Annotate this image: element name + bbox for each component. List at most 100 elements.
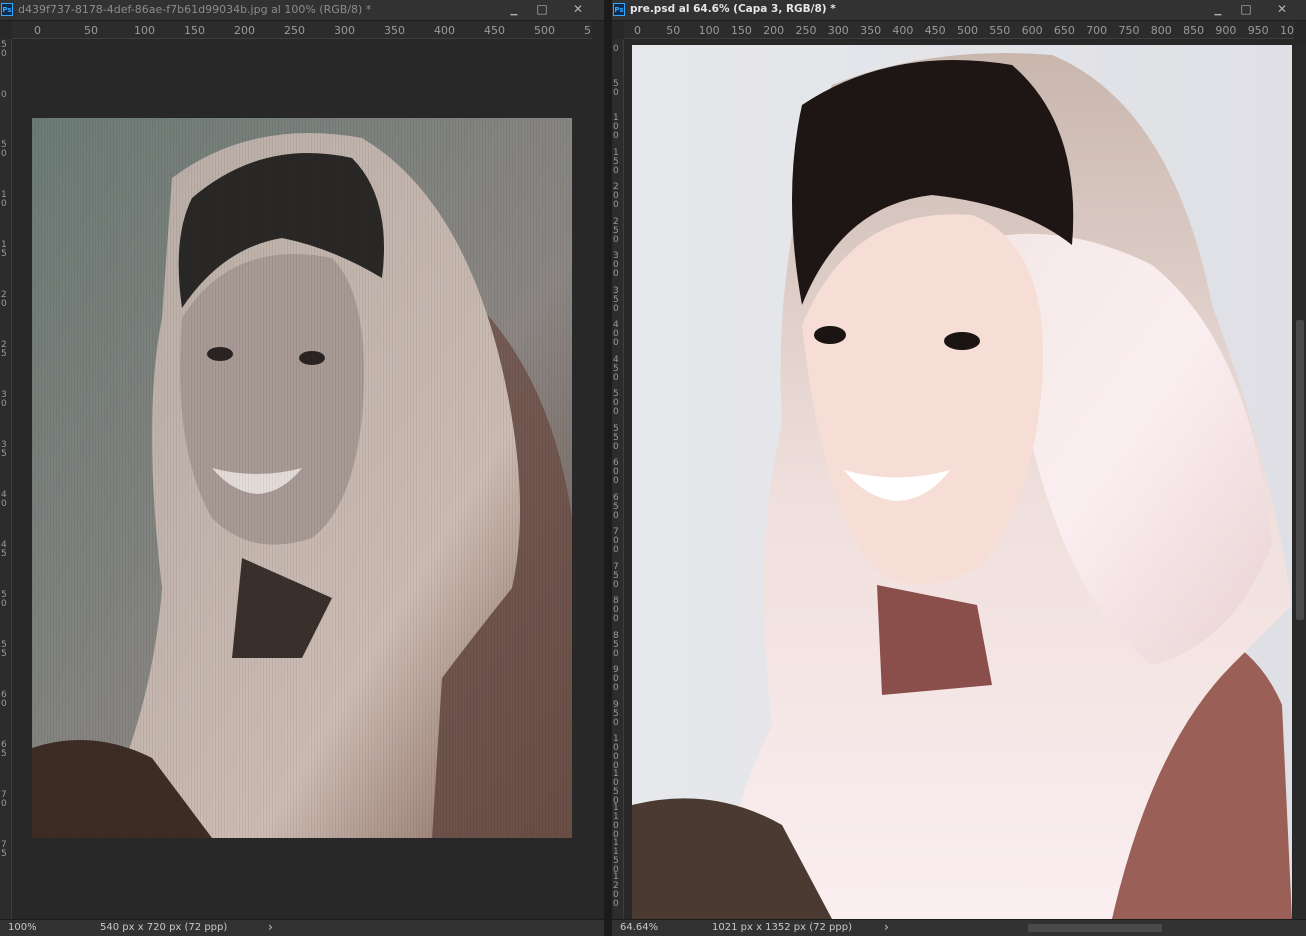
ruler-label: 950: [1247, 24, 1269, 37]
close-icon: ✕: [572, 2, 584, 16]
ruler-label: 50: [84, 24, 98, 37]
ruler-label: 600: [1021, 24, 1043, 37]
ruler-label: 1 5: [1, 240, 7, 259]
ruler-label: 50: [666, 24, 681, 37]
horizontal-ruler[interactable]: 0 50 100 150 200 250 300 350 400 450 500 5: [12, 21, 592, 39]
ruler-label: 10: [1280, 24, 1294, 37]
document-tab-original[interactable]: Ps d439f737-8178-4def-86ae-f7b61d99034b.…: [0, 0, 604, 21]
ruler-label: 6 0: [1, 690, 7, 709]
ruler-label: 4 0: [1, 490, 7, 509]
ruler-label: 6 0 0: [613, 458, 619, 486]
zoom-level[interactable]: 64.64%: [620, 922, 658, 933]
ruler-label: 4 5 0: [613, 354, 619, 383]
ruler-label: 150: [730, 24, 752, 37]
original-photo[interactable]: [32, 118, 572, 838]
ruler-label: 300: [827, 24, 849, 37]
document-window-restored: Ps pre.psd al 64.6% (Capa 3, RGB/8) * ▁ …: [612, 0, 1306, 936]
ruler-label: 100: [698, 24, 720, 37]
ruler-label: 0: [1, 90, 7, 100]
minimize-button[interactable]: ▁: [503, 1, 525, 18]
horizontal-scroll-thumb[interactable]: [1028, 924, 1162, 932]
status-menu-arrow-icon[interactable]: ›: [268, 920, 273, 934]
ruler-label: 800: [1150, 24, 1172, 37]
ruler-label: 900: [1215, 24, 1237, 37]
ruler-label: 3 0: [1, 390, 7, 409]
ruler-label: 9 5 0: [613, 699, 619, 728]
ruler-label: 7 0: [1, 790, 7, 809]
ruler-label: 250: [284, 24, 305, 37]
ruler-label: 1 0: [1, 190, 7, 209]
ruler-label: 350: [384, 24, 405, 37]
ruler-label: 200: [763, 24, 785, 37]
ruler-label: 5 0: [613, 78, 619, 98]
ruler-label: 4 0 0: [613, 320, 619, 348]
ruler-label: 5 0: [1, 590, 7, 609]
document-window-original: Ps d439f737-8178-4def-86ae-f7b61d99034b.…: [0, 0, 604, 936]
vertical-ruler[interactable]: 5 0 0 5 0 1 0 1 5 2 0 2 5 3 0 3 5 4 0 4 5 5 0 5 5 6 0…: [0, 39, 12, 919]
ruler-label: 1 0 5 0: [613, 768, 619, 806]
ruler-label: 0: [613, 44, 619, 54]
restored-photo[interactable]: [632, 45, 1292, 919]
maximize-icon: □: [1240, 2, 1252, 16]
ruler-label: 2 0 0: [613, 182, 619, 210]
ruler-label: 2 5 0: [613, 216, 619, 245]
vertical-scrollbar[interactable]: [1294, 45, 1306, 919]
document-info[interactable]: 1021 px x 1352 px (72 ppp): [712, 922, 852, 933]
colorized-portrait-image: [632, 45, 1292, 919]
ruler-label: 400: [434, 24, 455, 37]
maximize-button[interactable]: □: [531, 1, 553, 18]
ruler-label: 8 0 0: [613, 596, 619, 624]
ruler-label: 450: [484, 24, 505, 37]
faded-portrait-image: [32, 118, 572, 838]
ruler-label: 3 5 0: [613, 285, 619, 314]
ruler-label: 250: [795, 24, 817, 37]
photoshop-icon: Ps: [1, 3, 13, 16]
ruler-label: 5 5 0: [613, 423, 619, 452]
ruler-label: 500: [534, 24, 555, 37]
ruler-label: 400: [892, 24, 914, 37]
ruler-label: 3 5: [1, 440, 7, 459]
zoom-level[interactable]: 100%: [8, 922, 37, 933]
ruler-label: 450: [924, 24, 946, 37]
ruler-label: 650: [1053, 24, 1075, 37]
ruler-label: 7 0 0: [613, 527, 619, 555]
vertical-scroll-thumb[interactable]: [1296, 320, 1304, 620]
ruler-label: 0: [634, 24, 641, 37]
close-icon: ✕: [1276, 2, 1288, 16]
ruler-label: 9 0 0: [613, 665, 619, 693]
ruler-label: 0: [34, 24, 41, 37]
photoshop-icon: Ps: [613, 3, 625, 16]
ruler-label: 2 5: [1, 340, 7, 359]
ruler-label: 3 0 0: [613, 251, 619, 279]
minimize-icon: ▁: [1214, 6, 1222, 16]
status-bar: 64.64% 1021 px x 1352 px (72 ppp) ›: [612, 919, 1306, 936]
ruler-label: 5 0: [1, 140, 7, 159]
document-tab-restored[interactable]: Ps pre.psd al 64.6% (Capa 3, RGB/8) * ▁ …: [612, 0, 1306, 21]
ruler-label: 6 5 0: [613, 492, 619, 521]
ruler-label: 500: [957, 24, 978, 37]
ruler-label: 5 0 0: [613, 389, 619, 417]
ruler-label: 1 2 0 0: [613, 872, 619, 909]
ruler-label: 5: [584, 24, 591, 37]
ruler-label: 1 1 0 0: [613, 803, 619, 840]
ruler-label: 300: [334, 24, 355, 37]
ruler-label: 7 5 0: [613, 561, 619, 590]
document-info[interactable]: 540 px x 720 px (72 ppp): [100, 922, 227, 933]
close-button[interactable]: ✕: [567, 1, 589, 18]
maximize-button[interactable]: □: [1235, 1, 1257, 18]
vertical-ruler[interactable]: 0 5 0 1 0 0 1 5 0 2 0 0 2 5 0 3 0 0 3 5 0 4 0 0 4…: [612, 39, 624, 919]
ruler-label: 850: [1183, 24, 1205, 37]
close-button[interactable]: ✕: [1271, 1, 1293, 18]
ruler-label: 5 5: [1, 640, 7, 659]
ruler-label: 7 5: [1, 840, 7, 859]
ruler-label: 1 0 0 0: [613, 734, 619, 771]
ruler-label: 4 5: [1, 540, 7, 559]
minimize-button[interactable]: ▁: [1207, 1, 1229, 18]
minimize-icon: ▁: [510, 6, 518, 16]
status-menu-arrow-icon[interactable]: ›: [884, 920, 889, 934]
ruler-label: 700: [1086, 24, 1108, 37]
horizontal-ruler[interactable]: 0 50 100 150 200 250 300 350 400 450 500 550 600 650 7…: [624, 21, 1294, 39]
ruler-label: 150: [184, 24, 205, 37]
ruler-label: 5 0: [1, 40, 7, 59]
ruler-label: 100: [134, 24, 155, 37]
